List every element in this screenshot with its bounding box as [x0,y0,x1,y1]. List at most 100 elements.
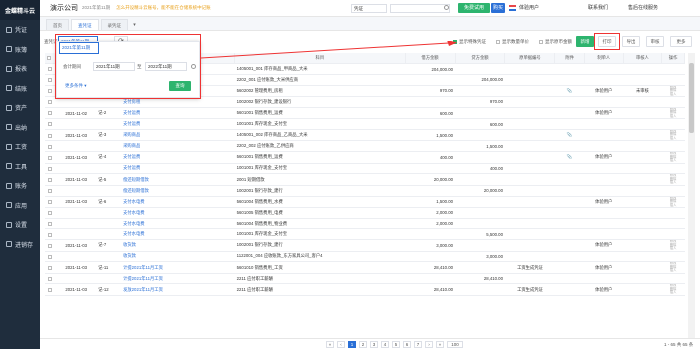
table-row[interactable]: 支付运费 1001001 库存现金_支付宝 600.00 [45,118,685,130]
attachment-icon[interactable]: 📎 [567,88,573,93]
tab-home[interactable]: 首页 [46,19,69,30]
row-checkbox[interactable] [47,155,52,160]
table-cell[interactable] [45,63,57,75]
table-row[interactable]: 收货款 1122001_004 应收账款_东方家具公司_客户4 3,000.00 [45,251,685,263]
more-conditions-link[interactable]: 更多条件 ▾ [65,83,87,89]
row-checkbox[interactable] [47,122,52,127]
table-cell[interactable] [45,261,57,274]
add-button[interactable]: 新增 [576,36,594,47]
online-service-link[interactable]: 售后在线服务 [628,4,658,11]
panel-period-select[interactable]: 2021年第11期 [59,42,99,54]
row-checkbox[interactable] [47,276,52,281]
table-cell[interactable] [45,85,57,98]
row-checkbox[interactable] [47,67,52,72]
page-button-5[interactable]: 6 [403,341,411,348]
sidebar-item-8[interactable]: 账务 [0,176,40,196]
search-input[interactable] [390,4,450,13]
row-checkbox[interactable] [47,232,52,237]
table-cell[interactable] [45,273,57,285]
buy-button[interactable]: 购买 [491,3,505,13]
page-button-1[interactable]: 2 [359,341,367,348]
scrollbar[interactable] [688,53,695,339]
row-checkbox[interactable] [47,144,52,149]
scrollbar-thumb[interactable] [689,63,694,133]
row-action-2[interactable]: 插入 [664,159,683,162]
table-cell[interactable] [45,140,57,153]
row-checkbox[interactable] [47,221,52,226]
table-cell[interactable] [45,118,57,130]
row-checkbox[interactable] [47,111,52,116]
table-cell[interactable] [45,74,57,86]
table-cell[interactable] [45,207,57,219]
row-checkbox[interactable] [47,177,52,182]
sidebar-item-11[interactable]: 进销存 [0,235,40,255]
period-to-select[interactable]: 2022年11期 [145,62,187,71]
sidebar-item-2[interactable]: 报表 [0,59,40,79]
table-row[interactable]: 2021-11-03 记-11 计提2021年11月工资 5601010 销售费用_工… [45,261,685,274]
show-foreign-checkbox[interactable]: 显示原币金额 [539,39,572,45]
row-checkbox[interactable] [47,200,52,205]
tab-query-voucher[interactable]: 查凭证 [71,19,99,30]
more-button[interactable]: 更多 [670,36,692,47]
table-row[interactable]: 2021-11-03 记-5 偿还短期借款 2001 短期借款 20,000.00 修改删… [45,173,685,186]
search-icon[interactable] [444,5,449,10]
table-row[interactable]: 2021-11-03 记-3 采购商品 1405001_002 库存商品_乙商品_大米… [45,129,685,142]
table-cell[interactable] [45,173,57,186]
tab-enter-voucher[interactable]: 录凭证 [100,19,128,30]
row-checkbox[interactable] [47,288,52,293]
chevron-down-icon[interactable]: ▾ [130,21,139,30]
table-cell[interactable] [45,239,57,252]
table-cell[interactable] [45,196,57,208]
row-checkbox[interactable] [47,243,52,248]
row-action-2[interactable]: 插入 [664,114,683,118]
row-checkbox[interactable] [47,133,52,138]
table-cell[interactable] [45,228,57,241]
table-row[interactable]: 支付房租 1002002 银行存款_建设银行 970.00 [45,96,685,108]
table-row[interactable]: 支付水电费 5601005 销售费用_电费 2,000.00 [45,207,685,219]
page-button-4[interactable]: 5 [392,341,400,348]
sidebar-item-7[interactable]: 工具 [0,157,40,177]
table-cell[interactable] [45,218,57,230]
table-row[interactable]: 2021-11-03 记-12 发放2021年11月工资 2211 应付职工薪酬 28,… [45,283,685,296]
table-row[interactable]: 2021-11-02 记-2 支付运费 5601001 销售费用_运费 600.00 体验… [45,107,685,120]
table-cell[interactable] [45,251,57,263]
row-action-2[interactable]: 插入 [664,269,683,272]
query-button[interactable]: 查询 [169,81,191,91]
sidebar-item-4[interactable]: 资产 [0,98,40,118]
first-page-icon[interactable]: « [326,341,334,348]
table-cell[interactable] [45,107,57,120]
page-button-3[interactable]: 4 [381,341,389,348]
table-row[interactable]: 2021-11-03 记-4 支付运费 5601001 销售费用_运费 400.00 📎 体… [45,151,685,164]
page-button-0[interactable]: 1 [348,341,356,348]
user-menu[interactable]: 体验用户 [519,4,539,11]
sidebar-item-10[interactable]: 设置 [0,215,40,235]
search-scope-select[interactable]: 凭证 [351,4,387,13]
table-row[interactable]: 偿还短期借款 1002001 银行存款_建行 20,000.00 [45,185,685,197]
table-cell[interactable] [45,283,57,296]
promo-link[interactable]: 怎么开设精斗云账号，能不能在仓储系统中记账 [116,5,211,11]
export-button[interactable]: 导出 [622,36,640,47]
sidebar-item-3[interactable]: 结账 [0,79,40,99]
period-from-select[interactable]: 2021年11期 [93,62,135,71]
contact-link[interactable]: 联系我们 [588,4,608,11]
table-cell[interactable] [45,163,57,175]
print-button[interactable]: 打印 [598,36,616,47]
table-row[interactable]: 计提2021年11月工资 2211 应付职工薪酬 28,410.00 [45,273,685,285]
attachment-icon[interactable]: 📎 [567,132,573,137]
sidebar-item-6[interactable]: 工资 [0,137,40,157]
row-checkbox[interactable] [47,89,52,94]
sidebar-item-0[interactable]: 凭证 [0,20,40,40]
table-row[interactable]: 支付水电费 1001001 库存现金_支付宝 5,500.00 [45,228,685,241]
table-row[interactable]: 2021-11-03 记-7 收货款 1002001 银行存款_建行 3,000.00 体… [45,239,685,252]
row-checkbox[interactable] [47,211,52,216]
row-action-2[interactable]: 插入 [664,291,683,294]
select-all-checkbox[interactable] [47,56,52,61]
attachment-icon[interactable]: 📎 [567,154,573,159]
table-row[interactable]: 支付运费 1001001 库存现金_支付宝 400.00 [45,163,685,175]
company-name[interactable]: 演示公司 [50,3,78,13]
sidebar-item-5[interactable]: 出纳 [0,118,40,138]
clock-icon[interactable] [191,64,196,69]
row-checkbox[interactable] [47,254,52,259]
page-size-select[interactable]: 100 [447,341,463,348]
row-checkbox[interactable] [47,78,52,83]
